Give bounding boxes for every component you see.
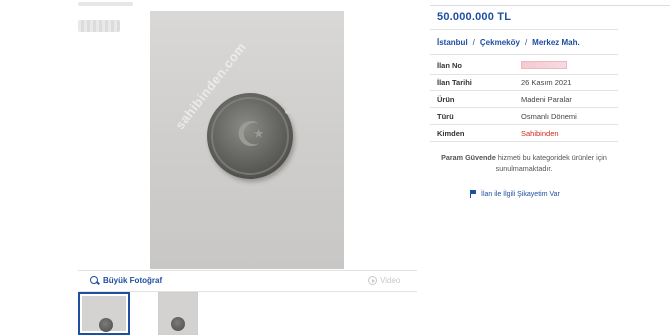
search-icon — [90, 276, 99, 285]
divider — [430, 107, 618, 108]
detail-row-kimden: Kimden Sahibinden — [437, 129, 559, 138]
detail-key: İlan Tarihi — [437, 78, 472, 87]
location-neighborhood[interactable]: Merkez Mah. — [532, 38, 580, 47]
top-divider — [430, 5, 670, 6]
photo-toolbar: Büyük Fotoğraf Video — [78, 270, 417, 292]
thumbnail-coin — [99, 318, 113, 332]
coin-image: ☪ — [207, 93, 293, 179]
thumbnail-image — [82, 296, 126, 332]
video-button[interactable]: Video — [368, 276, 400, 285]
play-icon — [368, 276, 377, 285]
big-photo-button[interactable]: Büyük Fotoğraf — [90, 276, 162, 285]
thumbnail-2[interactable] — [158, 292, 198, 335]
breadcrumb-separator: / — [524, 38, 528, 47]
detail-value: 26 Kasım 2021 — [521, 78, 572, 87]
param-guvende-brand[interactable]: Param Güvende — [441, 153, 496, 162]
report-listing-link[interactable]: İlan ile İlgili Şikayetim Var — [470, 190, 560, 198]
blurred-listing-number — [521, 61, 567, 69]
detail-row-ilan-no: İlan No — [437, 61, 567, 71]
divider — [430, 90, 618, 91]
tughra-emblem: ☪ — [235, 115, 267, 155]
big-photo-label: Büyük Fotoğraf — [103, 276, 163, 285]
divider — [430, 29, 618, 30]
divider — [430, 124, 618, 125]
thumbnail-1[interactable] — [78, 292, 130, 335]
blurred-content — [78, 20, 120, 32]
breadcrumb-separator: / — [472, 38, 475, 47]
detail-value: Osmanlı Dönemi — [521, 112, 577, 121]
divider — [430, 141, 618, 142]
flag-icon — [470, 190, 477, 198]
thumbnail-coin — [171, 317, 185, 331]
detail-value: Madeni Paralar — [521, 95, 572, 104]
main-photo[interactable]: ☪ sahibinden.com — [150, 11, 344, 269]
detail-key: Kimden — [437, 129, 465, 138]
detail-key: İlan No — [437, 61, 463, 70]
detail-key: Türü — [437, 112, 454, 121]
location-city[interactable]: İstanbul — [437, 38, 468, 47]
location-district[interactable]: Çekmeköy — [480, 38, 520, 47]
detail-row-urun: Ürün Madeni Paralar — [437, 95, 572, 104]
param-guvende-text: hizmeti bu kategoridek ürünler için sunu… — [495, 153, 607, 173]
price: 50.000.000 TL — [437, 11, 512, 23]
detail-row-ilan-tarihi: İlan Tarihi 26 Kasım 2021 — [437, 78, 571, 87]
divider — [430, 54, 618, 55]
detail-row-turu: Türü Osmanlı Dönemi — [437, 112, 577, 121]
blurred-title — [78, 2, 133, 6]
report-label: İlan ile İlgili Şikayetim Var — [481, 190, 560, 198]
video-label: Video — [380, 276, 401, 285]
detail-value — [521, 61, 567, 71]
detail-value: Sahibinden — [521, 129, 559, 138]
detail-key: Ürün — [437, 95, 455, 104]
param-guvende-notice: Param Güvende hizmeti bu kategoridek ürü… — [430, 152, 618, 174]
coin-hole — [285, 109, 290, 114]
location-breadcrumb: İstanbul / Çekmeköy / Merkez Mah. — [437, 38, 580, 47]
divider — [430, 74, 618, 75]
